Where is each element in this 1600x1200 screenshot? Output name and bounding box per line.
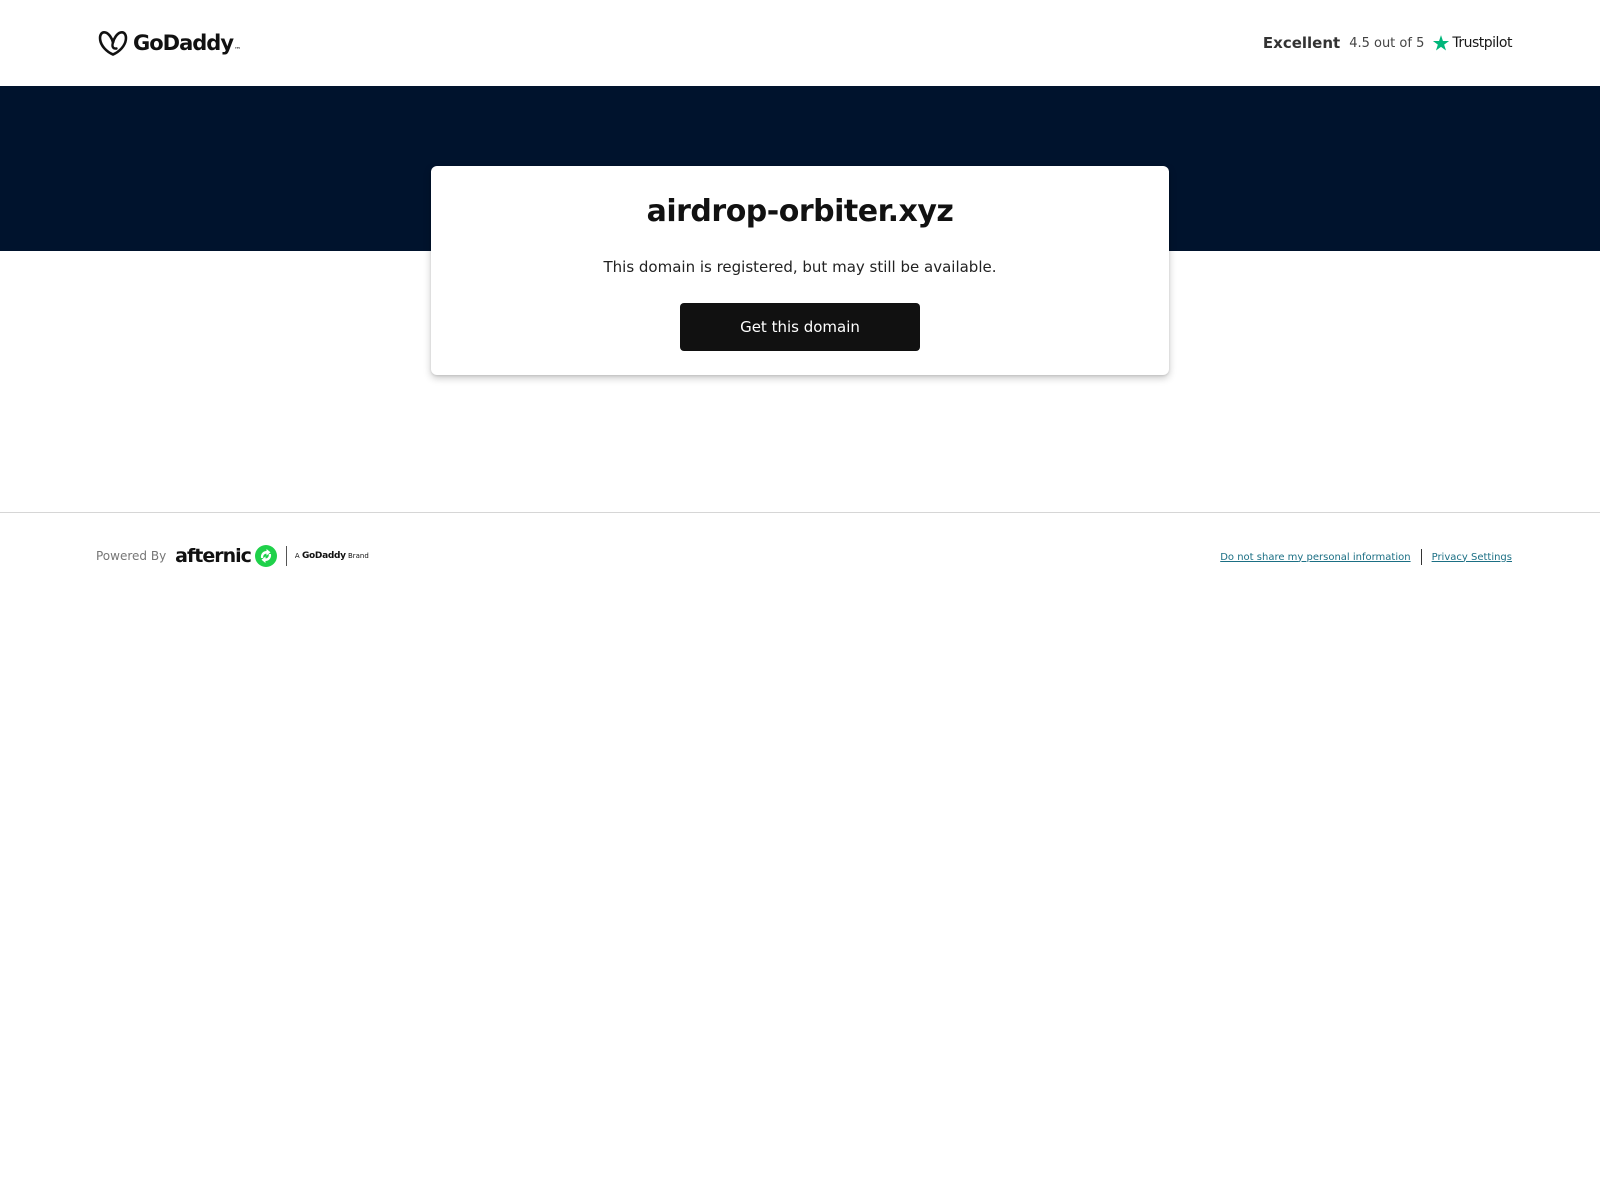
brand-tag-suffix: Brand: [347, 552, 369, 560]
trustpilot-name: Trustpilot: [1452, 35, 1512, 51]
logo-trademark: ™: [234, 46, 242, 54]
privacy-settings-link[interactable]: Privacy Settings: [1432, 552, 1512, 563]
footer-divider: [0, 512, 1600, 513]
trustpilot-rating[interactable]: Excellent 4.5 out of 5 Trustpilot: [1262, 28, 1513, 58]
top-header: GoDaddy ™ Excellent 4.5 out of 5 Trustpi…: [0, 0, 1600, 86]
footer-links: Do not share my personal information Pri…: [1220, 548, 1512, 566]
rating-word: Excellent: [1262, 34, 1341, 52]
domain-card: airdrop-orbiter.xyz This domain is regis…: [431, 166, 1169, 375]
domain-name: airdrop-orbiter.xyz: [646, 194, 954, 229]
logo-wordmark: GoDaddy: [133, 31, 234, 55]
godaddy-brand-tag: A GoDaddy Brand: [295, 551, 369, 561]
domain-status-text: This domain is registered, but may still…: [603, 258, 997, 276]
powered-by: Powered By afternic A GoDaddy Brand: [96, 544, 369, 568]
brand-separator: [285, 546, 287, 566]
link-separator: [1420, 549, 1422, 565]
rating-score: 4.5 out of 5: [1349, 35, 1425, 51]
brand-tag-prefix: A: [294, 552, 300, 560]
do-not-share-link[interactable]: Do not share my personal information: [1220, 552, 1410, 563]
godaddy-logo[interactable]: GoDaddy ™: [98, 27, 241, 59]
powered-by-label: Powered By: [96, 549, 167, 563]
godaddy-heart-icon: [98, 31, 128, 56]
trustpilot-star-icon: [1433, 35, 1450, 51]
afternic-arrows-icon: [254, 545, 277, 567]
afternic-wordmark: afternic: [175, 545, 252, 567]
brand-tag-name: GoDaddy: [301, 551, 346, 561]
get-domain-button[interactable]: Get this domain: [680, 303, 920, 351]
